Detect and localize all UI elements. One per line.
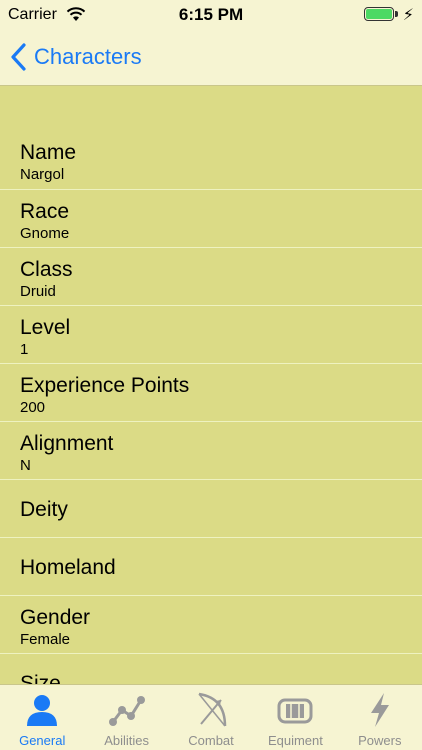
field-row-alignment[interactable]: Alignment N bbox=[0, 421, 422, 479]
tab-powers[interactable]: Powers bbox=[338, 685, 422, 750]
field-title: Class bbox=[20, 258, 73, 281]
tab-label: Abilities bbox=[104, 733, 149, 748]
tab-combat[interactable]: Combat bbox=[169, 685, 253, 750]
field-title: Size bbox=[20, 672, 61, 684]
field-row-gender[interactable]: Gender Female bbox=[0, 595, 422, 653]
line-graph-icon bbox=[108, 696, 145, 726]
tab-equiment[interactable]: Equiment bbox=[253, 685, 337, 750]
list-header-spacer bbox=[0, 86, 422, 131]
character-fields-list[interactable]: Name Nargol Race Gnome Class Druid Level 1 Exper… bbox=[0, 86, 422, 684]
field-row-deity[interactable]: Deity bbox=[0, 479, 422, 537]
lightning-icon bbox=[370, 693, 389, 727]
field-value: Female bbox=[20, 631, 71, 648]
tab-label: Combat bbox=[188, 733, 234, 748]
field-row-homeland[interactable]: Homeland bbox=[0, 537, 422, 595]
field-value: Gnome bbox=[20, 225, 70, 242]
charging-icon: ⚡ bbox=[402, 7, 414, 24]
field-row-level[interactable]: Level 1 bbox=[0, 305, 422, 363]
field-title: Experience Points bbox=[20, 374, 190, 397]
back-button[interactable]: Characters bbox=[10, 40, 142, 74]
field-value: 200 bbox=[20, 399, 46, 416]
bow-icon bbox=[198, 692, 227, 727]
field-title: Homeland bbox=[20, 556, 116, 579]
field-row-experience-points[interactable]: Experience Points 200 bbox=[0, 363, 422, 421]
tab-label: General bbox=[19, 733, 66, 748]
armor-icon bbox=[277, 698, 313, 724]
field-value: N bbox=[20, 457, 31, 474]
tab-bar: General Abilities Combat Equiment Powers bbox=[0, 684, 422, 750]
chevron-left-icon bbox=[11, 43, 26, 71]
field-value: Nargol bbox=[20, 166, 65, 183]
field-value: 1 bbox=[20, 341, 29, 358]
battery-tip bbox=[395, 11, 398, 17]
navigation-bar: Characters bbox=[0, 30, 422, 86]
field-title: Gender bbox=[20, 606, 91, 629]
field-row-size[interactable]: Size bbox=[0, 653, 422, 684]
field-title: Deity bbox=[20, 498, 68, 521]
field-row-class[interactable]: Class Druid bbox=[0, 247, 422, 305]
tab-abilities[interactable]: Abilities bbox=[84, 685, 168, 750]
field-row-name[interactable]: Name Nargol bbox=[0, 131, 422, 189]
field-title: Race bbox=[20, 200, 70, 223]
status-bar: Carrier 6:15 PM ⚡ bbox=[0, 0, 422, 30]
field-value: Druid bbox=[20, 283, 56, 300]
field-row-race[interactable]: Race Gnome bbox=[0, 189, 422, 247]
battery-icon bbox=[364, 7, 394, 21]
status-time: 6:15 PM bbox=[178, 5, 244, 24]
back-button-label: Characters bbox=[34, 44, 142, 69]
person-icon bbox=[27, 695, 58, 726]
tab-label: Powers bbox=[358, 733, 402, 748]
field-title: Level bbox=[20, 316, 71, 339]
tab-general[interactable]: General bbox=[0, 685, 84, 750]
field-title: Name bbox=[20, 141, 77, 164]
tab-label: Equiment bbox=[267, 733, 323, 748]
field-title: Alignment bbox=[20, 432, 114, 455]
battery-level bbox=[366, 9, 392, 19]
